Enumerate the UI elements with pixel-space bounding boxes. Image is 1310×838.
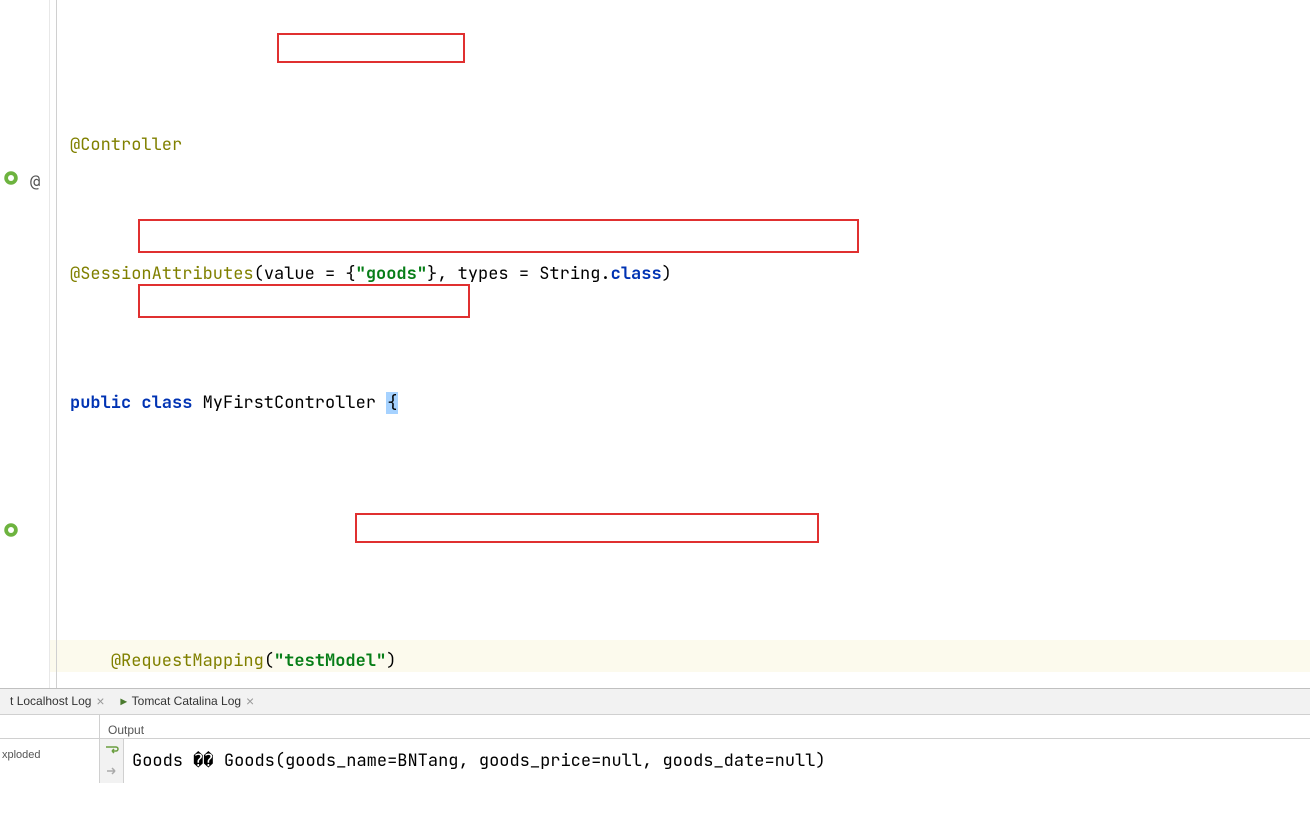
tomcat-icon: ▸: [121, 690, 127, 713]
output-toolbar: [100, 739, 124, 783]
highlight-box: [277, 33, 465, 63]
gutter: @: [0, 0, 50, 688]
spring-bean-icon[interactable]: [2, 166, 22, 186]
bottom-panel: t Localhost Log × ▸ Tomcat Catalina Log …: [0, 688, 1310, 783]
spring-bean-icon[interactable]: [2, 518, 22, 538]
close-icon[interactable]: ×: [96, 688, 104, 715]
code-editor[interactable]: @ @Controller @SessionAttributes(value =…: [0, 0, 1310, 688]
scroll-to-end-icon[interactable]: [104, 763, 120, 779]
code-line: @RequestMapping("testModel"): [70, 645, 1310, 677]
tab-label-suffix: t Localhost Log: [10, 690, 91, 713]
output-title: Output: [100, 715, 1310, 739]
tab-label: Tomcat Catalina Log: [132, 690, 241, 713]
tab-catalina-log[interactable]: ▸ Tomcat Catalina Log ×: [113, 686, 263, 717]
caret-match-highlight: {: [386, 392, 398, 414]
output-header: Output: [0, 715, 1310, 739]
code-line: @SessionAttributes(value = {"goods"}, ty…: [70, 258, 1310, 290]
at-symbol-icon: @: [30, 166, 50, 186]
highlight-box: [138, 219, 859, 253]
close-icon[interactable]: ×: [246, 688, 254, 715]
tool-window-tabs[interactable]: t Localhost Log × ▸ Tomcat Catalina Log …: [0, 689, 1310, 715]
code-line: public class MyFirstController {: [70, 387, 1310, 419]
code-line: [70, 516, 1310, 548]
code-area[interactable]: @Controller @SessionAttributes(value = {…: [50, 0, 1310, 688]
code-line: @Controller: [70, 129, 1310, 161]
side-panel: [0, 715, 100, 739]
console-output[interactable]: Goods �� Goods(goods_name=BNTang, goods_…: [124, 739, 1310, 783]
deployment-label: xploded: [0, 739, 100, 783]
tab-localhost-log[interactable]: t Localhost Log ×: [2, 686, 113, 717]
soft-wrap-icon[interactable]: [104, 743, 120, 759]
output-body: xploded Goods �� Goods(goods_name=BNTang…: [0, 739, 1310, 783]
